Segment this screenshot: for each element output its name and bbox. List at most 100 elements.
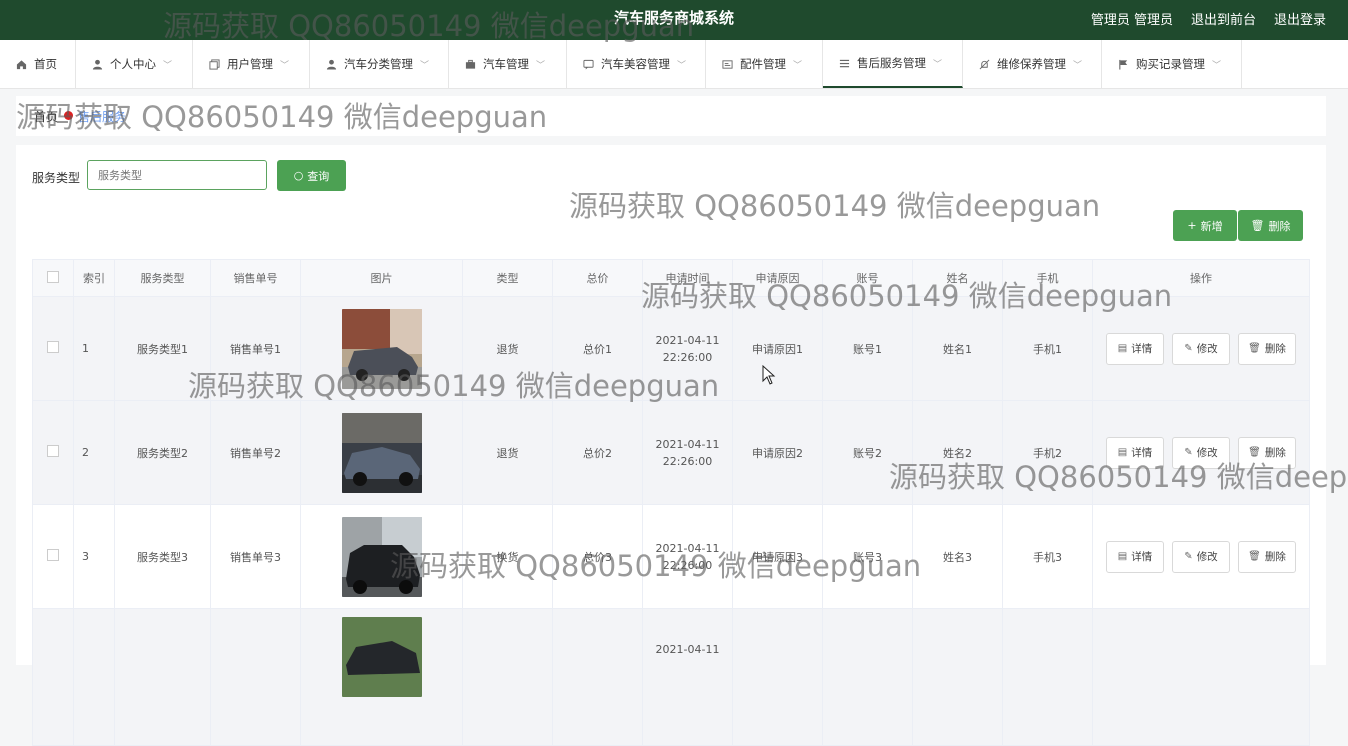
delete-button[interactable]: 🗑 删除 bbox=[1238, 436, 1296, 469]
cell-phone: 手机1 bbox=[1002, 296, 1093, 401]
edit-icon: ✎ bbox=[1184, 551, 1193, 562]
breadcrumb-current: 售后服务 bbox=[78, 110, 127, 124]
cell-order-no: 销售单号1 bbox=[210, 296, 301, 401]
nav-item-maintenance[interactable]: 维修保养管理 ﹀ bbox=[963, 40, 1102, 88]
cell-service-type: 服务类型1 bbox=[114, 296, 211, 401]
detail-button[interactable]: ▤ 详情 bbox=[1106, 436, 1164, 469]
date-text: 2021-04-11 bbox=[655, 333, 720, 347]
detail-button[interactable]: ▤ 详情 bbox=[1106, 540, 1164, 573]
nav-item-purchase[interactable]: 购买记录管理 ﹀ bbox=[1102, 40, 1242, 88]
nav-item-home[interactable]: 首页 bbox=[0, 40, 76, 88]
document-icon: ▤ bbox=[1117, 343, 1128, 354]
user-icon bbox=[92, 59, 103, 70]
nav-label: 汽车管理 bbox=[483, 57, 529, 71]
breadcrumb-separator-icon bbox=[64, 111, 73, 120]
main-panel: 服务类型 ○查询 +新增 🗑删除 索引 服务类型 销售单号 图片 类型 总价 申… bbox=[16, 145, 1326, 746]
cell-image bbox=[300, 504, 463, 609]
chevron-down-icon: ﹀ bbox=[933, 59, 943, 70]
header-select-all[interactable] bbox=[32, 259, 74, 297]
header-cell: 索引 bbox=[73, 259, 115, 297]
nav-label: 汽车美容管理 bbox=[601, 57, 670, 71]
cell-apply-time: 2021-04-11 22:26:00 bbox=[642, 296, 733, 401]
car-photo bbox=[341, 617, 422, 697]
trash-icon: 🗑 bbox=[1250, 219, 1265, 232]
row-select[interactable] bbox=[32, 608, 74, 746]
header-cell: 图片 bbox=[300, 259, 463, 297]
header-cell: 总价 bbox=[552, 259, 643, 297]
car-photo bbox=[341, 516, 422, 597]
delete-button[interactable]: 🗑 删除 bbox=[1238, 332, 1296, 365]
date-text: 2021-04-11 bbox=[655, 541, 720, 555]
row-select[interactable] bbox=[32, 504, 74, 609]
trash-icon: 🗑 bbox=[1248, 343, 1261, 354]
nav-item-car-category[interactable]: 汽车分类管理 ﹀ bbox=[310, 40, 449, 88]
cell-phone: 手机3 bbox=[1002, 504, 1093, 609]
checkbox[interactable] bbox=[47, 549, 59, 561]
header-cell: 类型 bbox=[462, 259, 553, 297]
detail-button[interactable]: ▤ 详情 bbox=[1106, 332, 1164, 365]
cell-phone bbox=[1002, 608, 1093, 746]
add-button[interactable]: + 新增 bbox=[1173, 210, 1237, 241]
nav-item-personal[interactable]: 个人中心 ﹀ bbox=[76, 40, 193, 88]
cell-image bbox=[300, 296, 463, 401]
nav-label: 个人中心 bbox=[110, 57, 156, 71]
table-row: 3 服务类型3 销售单号3 换货 总价3 2021-04-11 22:26:00 … bbox=[32, 504, 1310, 609]
nav-item-users[interactable]: 用户管理 ﹀ bbox=[193, 40, 310, 88]
chevron-down-icon: ﹀ bbox=[793, 60, 803, 71]
cell-order-no: 销售单号3 bbox=[210, 504, 301, 609]
nav-item-parts[interactable]: 配件管理 ﹀ bbox=[706, 40, 823, 88]
time-text: 22:26:00 bbox=[662, 350, 713, 364]
batch-delete-button[interactable]: 🗑 删除 bbox=[1238, 210, 1303, 241]
cell-total: 总价1 bbox=[552, 296, 643, 401]
search-icon: ○ bbox=[293, 169, 304, 182]
header-cell: 姓名 bbox=[912, 259, 1003, 297]
cell-index bbox=[73, 608, 115, 746]
header-cell: 操作 bbox=[1092, 259, 1310, 297]
date-text: 2021-04-11 bbox=[655, 643, 720, 656]
service-type-search-input[interactable] bbox=[87, 160, 267, 190]
time-text: 22:26:00 bbox=[662, 558, 713, 572]
document-icon: ▤ bbox=[1117, 447, 1128, 458]
back-to-front-link[interactable]: 退出到前台 bbox=[1191, 9, 1256, 28]
chevron-down-icon: ﹀ bbox=[1073, 60, 1083, 71]
briefcase-icon bbox=[465, 59, 476, 69]
edit-button[interactable]: ✎ 修改 bbox=[1172, 436, 1230, 469]
cell-apply-time: 2021-04-11 bbox=[642, 608, 733, 746]
checkbox[interactable] bbox=[47, 341, 59, 353]
edit-button[interactable]: ✎ 修改 bbox=[1172, 540, 1230, 573]
cell-account bbox=[822, 608, 913, 746]
delete-button[interactable]: 🗑 删除 bbox=[1238, 540, 1296, 573]
cell-name: 姓名2 bbox=[912, 400, 1003, 505]
search-button-label: 查询 bbox=[307, 169, 330, 183]
search-button[interactable]: ○ 查询 bbox=[277, 160, 346, 191]
header-cell: 手机 bbox=[1002, 259, 1093, 297]
edit-button[interactable]: ✎ 修改 bbox=[1172, 332, 1230, 365]
add-button-label: 新增 bbox=[1200, 219, 1223, 233]
table-header-row: 索引 服务类型 销售单号 图片 类型 总价 申请时间 申请原因 账号 姓名 手机… bbox=[32, 259, 1310, 297]
delete-label: 删除 bbox=[1264, 551, 1286, 563]
edit-icon: ✎ bbox=[1184, 343, 1193, 354]
detail-label: 详情 bbox=[1131, 447, 1153, 459]
breadcrumb-home[interactable]: 首页 bbox=[34, 108, 58, 125]
cell-index: 3 bbox=[73, 504, 115, 609]
table-row: 2021-04-11 bbox=[32, 608, 1310, 746]
checkbox[interactable] bbox=[47, 445, 59, 457]
admin-label: 管理员 管理员 bbox=[1090, 13, 1173, 28]
nav-item-beauty[interactable]: 汽车美容管理 ﹀ bbox=[567, 40, 706, 88]
flag-icon bbox=[1119, 59, 1128, 70]
nav-item-after-sales[interactable]: 售后服务管理 ﹀ bbox=[823, 40, 963, 88]
card-icon bbox=[722, 59, 733, 69]
cell-account: 账号2 bbox=[822, 400, 913, 505]
chevron-down-icon: ﹀ bbox=[280, 60, 290, 71]
cell-apply-time: 2021-04-11 22:26:00 bbox=[642, 504, 733, 609]
checkbox[interactable] bbox=[47, 270, 59, 283]
header-cell: 申请原因 bbox=[732, 259, 823, 297]
row-select[interactable] bbox=[32, 296, 74, 401]
header-cell: 申请时间 bbox=[642, 259, 733, 297]
table-row: 1 服务类型1 销售单号1 退货 总价1 2021-04-11 22:26:00 … bbox=[32, 296, 1310, 401]
logout-link[interactable]: 退出登录 bbox=[1274, 9, 1326, 28]
row-select[interactable] bbox=[32, 400, 74, 505]
detail-label: 详情 bbox=[1131, 551, 1153, 563]
nav-item-cars[interactable]: 汽车管理 ﹀ bbox=[449, 40, 567, 88]
bell-off-icon bbox=[979, 59, 990, 69]
